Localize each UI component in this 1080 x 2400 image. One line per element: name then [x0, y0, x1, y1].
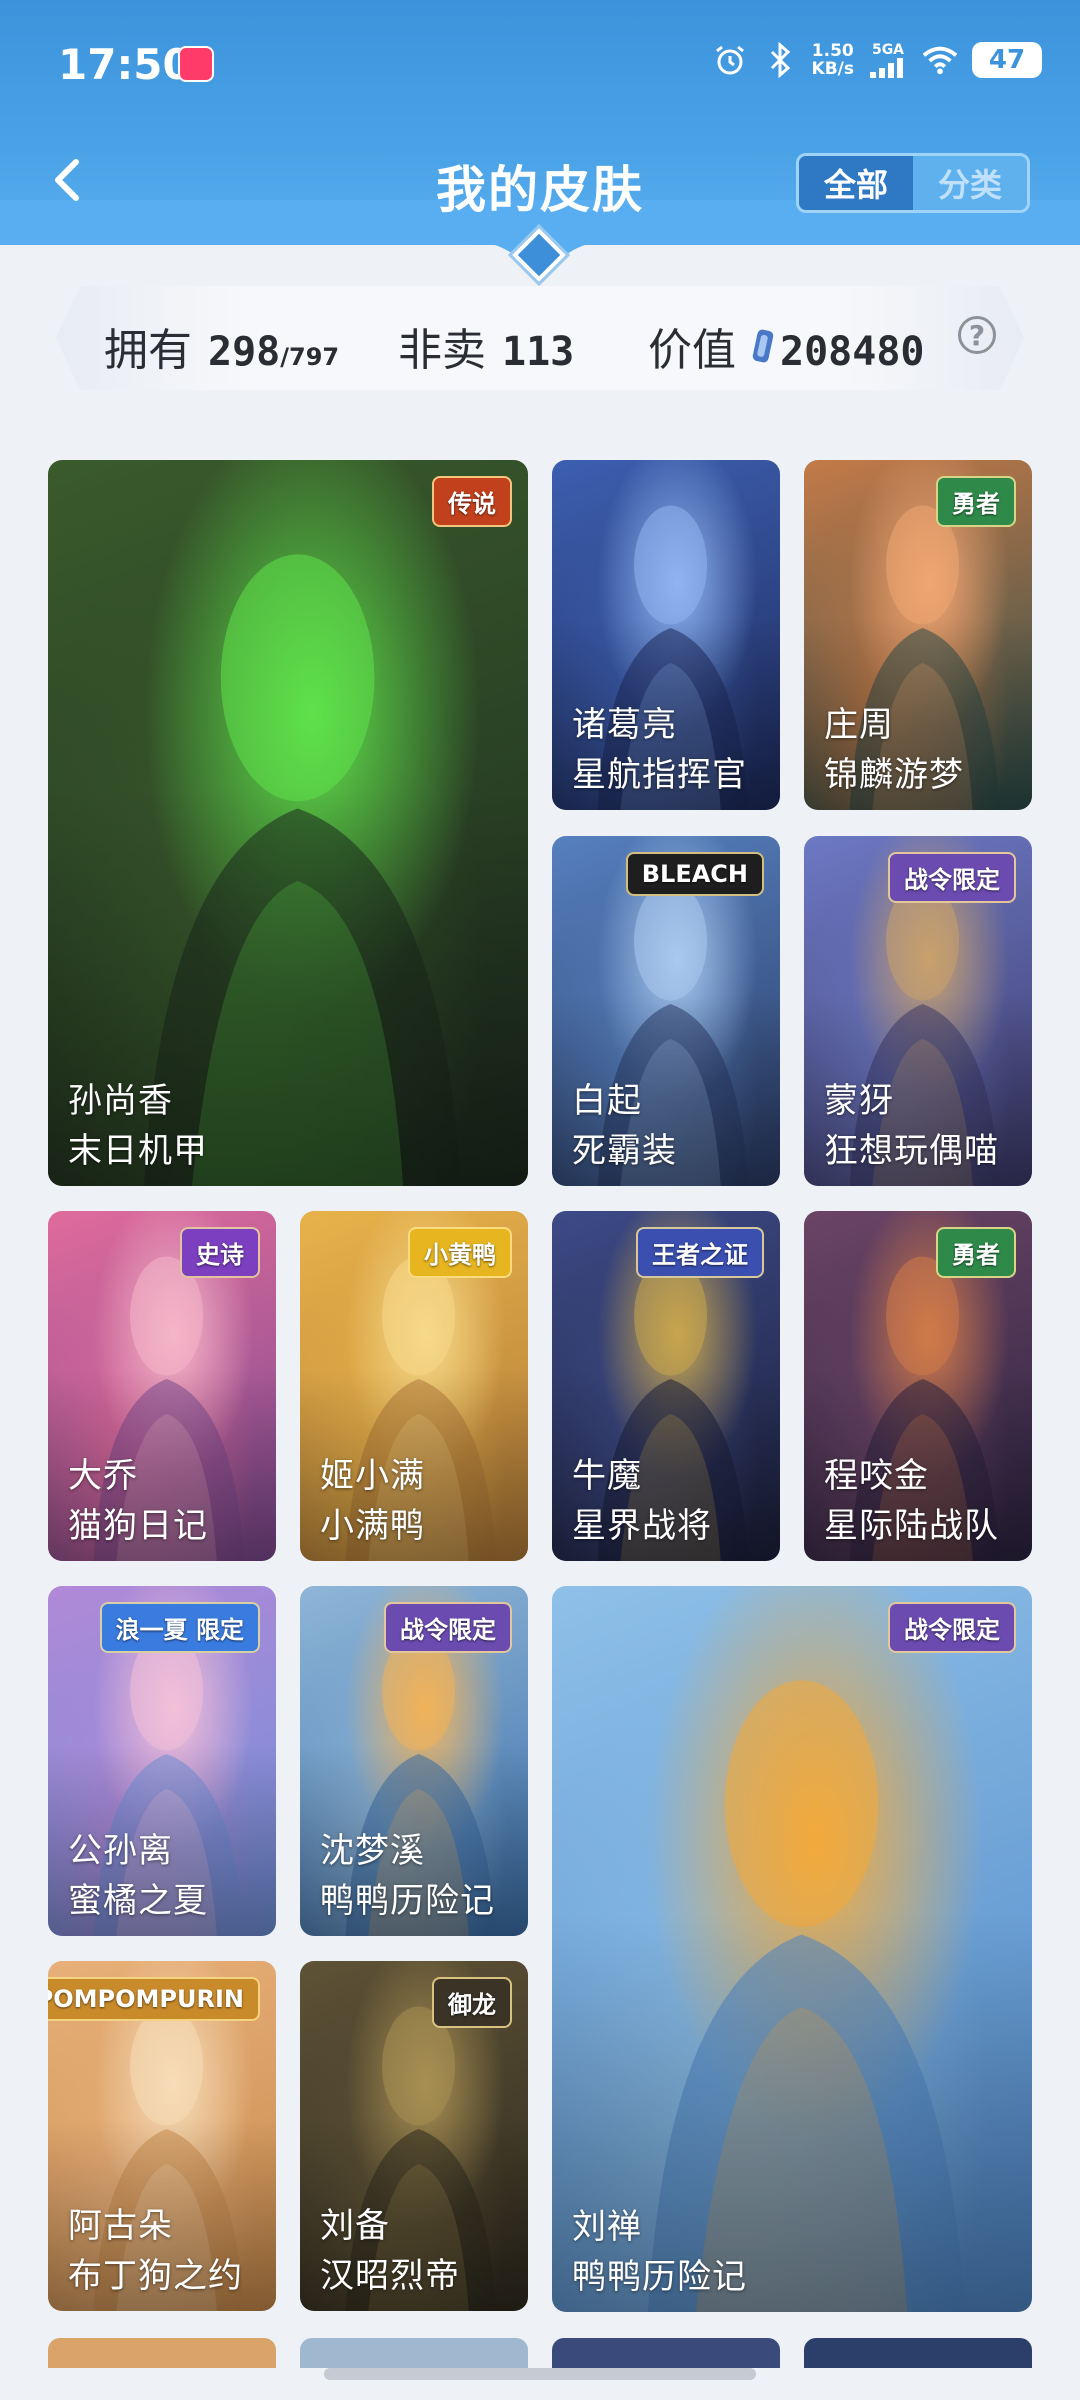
skin-card[interactable]: 诸葛亮 星航指挥官	[552, 460, 780, 810]
skin-quality-badge: 浪一夏 限定	[99, 1602, 260, 1653]
skin-name: 狂想玩偶喵	[824, 1131, 999, 1171]
bluetooth-icon	[762, 42, 798, 78]
status-time: 17:50	[58, 40, 192, 89]
hero-name: 公孙离	[68, 1831, 173, 1871]
status-bar: 17:50 1.50 KB/s 5GA 47	[0, 0, 1080, 130]
hero-name: 诸葛亮	[572, 705, 677, 745]
skin-name: 鸭鸭历险记	[572, 2257, 747, 2297]
skin-name: 末日机甲	[68, 1131, 208, 1171]
skin-card[interactable]: 战令限定沈梦溪鸭鸭历险记	[300, 1586, 528, 1936]
skin-quality-badge: 战令限定	[888, 852, 1016, 903]
owned-stat: 拥有 298 /797	[104, 314, 339, 378]
next-row-card-peek	[804, 2338, 1032, 2368]
skin-card[interactable]: 小黄鸭姬小满小满鸭	[300, 1211, 528, 1561]
wifi-icon	[922, 42, 958, 78]
next-row-card-peek	[300, 2338, 528, 2368]
owned-value: 298	[208, 329, 281, 375]
skin-card[interactable]: POMPOMPURIN 阿古朵布丁狗之约	[48, 1961, 276, 2311]
skin-card[interactable]: 传说孙尚香末日机甲	[48, 460, 528, 1186]
hero-name: 阿古朵	[68, 2206, 173, 2246]
skin-quality-badge: BLEACH	[625, 852, 764, 896]
hero-name: 蒙犽	[824, 1081, 894, 1121]
home-indicator[interactable]	[324, 2368, 756, 2380]
skin-quality-badge: 史诗	[180, 1227, 260, 1278]
signal-icon: 5GA	[868, 42, 908, 78]
value-amount: 208480	[780, 329, 925, 375]
skin-card[interactable]: BLEACH 白起死霸装	[552, 836, 780, 1186]
skin-card[interactable]: 王者之证牛魔星界战将	[552, 1211, 780, 1561]
hero-name: 白起	[572, 1081, 642, 1121]
hero-name: 刘备	[320, 2206, 390, 2246]
skin-quality-badge: 御龙	[432, 1977, 512, 2028]
not-for-sale-stat: 非卖 113	[398, 314, 574, 378]
skin-name: 汉昭烈帝	[320, 2256, 460, 2296]
skin-card[interactable]: 史诗大乔猫狗日记	[48, 1211, 276, 1561]
hero-name: 沈梦溪	[320, 1831, 425, 1871]
skin-name: 星界战将	[572, 1506, 712, 1546]
next-row-card-peek	[552, 2338, 780, 2368]
skin-name: 星际陆战队	[824, 1506, 999, 1546]
skin-card[interactable]: 浪一夏 限定公孙离蜜橘之夏	[48, 1586, 276, 1936]
skin-card[interactable]: 御龙刘备汉昭烈帝	[300, 1961, 528, 2311]
skin-quality-badge: 小黄鸭	[408, 1227, 512, 1278]
skin-card[interactable]: 战令限定刘禅鸭鸭历险记	[552, 1586, 1032, 2312]
skin-name: 猫狗日记	[68, 1506, 208, 1546]
skin-card[interactable]: 战令限定蒙犽狂想玩偶喵	[804, 836, 1032, 1186]
skin-quality-badge: 王者之证	[636, 1227, 764, 1278]
network-speed: 1.50 KB/s	[811, 41, 854, 79]
view-segment-control: 全部 分类	[796, 153, 1030, 213]
hero-name: 姬小满	[320, 1456, 425, 1496]
value-stat: 价值 208480	[648, 314, 925, 378]
skin-quality-badge: 战令限定	[888, 1602, 1016, 1653]
alarm-icon	[712, 42, 748, 78]
skin-name: 星航指挥官	[572, 755, 747, 795]
next-row-card-peek	[48, 2338, 276, 2368]
skin-quality-badge: 勇者	[936, 1227, 1016, 1278]
skin-quality-badge: 战令限定	[384, 1602, 512, 1653]
segment-category[interactable]: 分类	[913, 156, 1027, 210]
hero-name: 牛魔	[572, 1456, 642, 1496]
not-for-sale-value: 113	[502, 329, 575, 375]
skin-name: 锦麟游梦	[824, 755, 964, 795]
value-label: 价值	[648, 325, 736, 376]
battery-indicator: 47	[972, 42, 1042, 78]
help-icon[interactable]: ?	[958, 316, 996, 354]
app-notification-icon	[178, 46, 214, 82]
skin-quality-badge: POMPOMPURIN	[48, 1977, 260, 2021]
skin-quality-badge: 勇者	[936, 476, 1016, 527]
stats-bar: 拥有 298 /797 非卖 113 价值 208480 ?	[56, 286, 1024, 390]
skin-card[interactable]: 勇者程咬金星际陆战队	[804, 1211, 1032, 1561]
not-for-sale-label: 非卖	[398, 325, 486, 376]
owned-total: /797	[280, 343, 340, 371]
skin-name: 鸭鸭历险记	[320, 1881, 495, 1921]
skin-name: 布丁狗之约	[68, 2256, 243, 2296]
voucher-coin-icon	[752, 327, 774, 365]
owned-label: 拥有	[104, 325, 192, 376]
segment-all[interactable]: 全部	[799, 156, 913, 210]
skin-name: 小满鸭	[320, 1506, 425, 1546]
status-icons: 1.50 KB/s 5GA 47	[712, 42, 1042, 78]
skin-quality-badge: 传说	[432, 476, 512, 527]
skin-card[interactable]: 勇者庄周锦麟游梦	[804, 460, 1032, 810]
hero-name: 刘禅	[572, 2207, 642, 2247]
hero-name: 大乔	[68, 1456, 138, 1496]
skin-name: 蜜橘之夏	[68, 1881, 208, 1921]
hero-name: 孙尚香	[68, 1081, 173, 1121]
hero-name: 程咬金	[824, 1456, 929, 1496]
skin-name: 死霸装	[572, 1131, 677, 1171]
hero-name: 庄周	[824, 705, 894, 745]
